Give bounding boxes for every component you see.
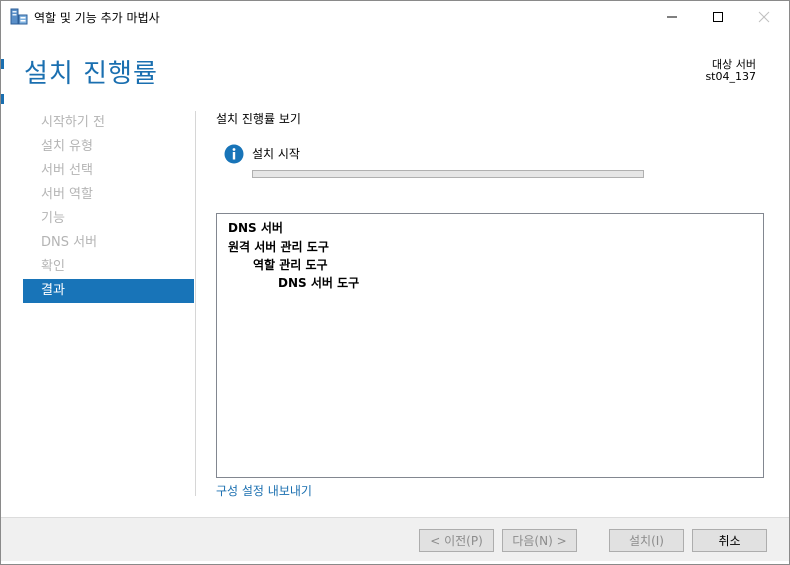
install-button[interactable]: 설치(I) <box>609 529 684 552</box>
install-progress-bar <box>252 170 644 178</box>
background-window-edge <box>1 94 4 104</box>
nav-item-results[interactable]: 결과 <box>23 279 194 303</box>
minimize-icon <box>667 16 677 18</box>
wizard-footer: < 이전(P) 다음(N) > 설치(I) 취소 <box>1 517 789 561</box>
maximize-icon <box>713 12 723 22</box>
results-list[interactable]: DNS 서버 원격 서버 관리 도구 역할 관리 도구 DNS 서버 도구 <box>216 213 764 478</box>
nav-item-installation-type: 설치 유형 <box>41 139 93 154</box>
wizard-window: 역할 및 기능 추가 마법사 설치 진행률 대상 서버 st04_137 시작하… <box>0 0 790 565</box>
server-manager-icon <box>10 8 28 26</box>
info-icon <box>224 144 244 164</box>
nav-item-server-selection: 서버 선택 <box>41 163 93 178</box>
previous-button[interactable]: < 이전(P) <box>419 529 494 552</box>
nav-item-features: 기능 <box>41 211 65 226</box>
result-item-dns-server: DNS 서버 <box>228 221 283 235</box>
next-button[interactable]: 다음(N) > <box>502 529 577 552</box>
minimize-button[interactable] <box>649 1 695 33</box>
target-server-value: st04_137 <box>705 70 756 83</box>
wizard-nav: 시작하기 전 설치 유형 서버 선택 서버 역할 기능 DNS 서버 확인 결과 <box>23 111 194 303</box>
title-bar[interactable]: 역할 및 기능 추가 마법사 <box>1 1 789 33</box>
close-icon <box>758 11 770 23</box>
install-status-text: 설치 시작 <box>252 147 300 161</box>
maximize-button[interactable] <box>695 1 741 33</box>
section-heading: 설치 진행률 보기 <box>216 112 301 126</box>
window-title: 역할 및 기능 추가 마법사 <box>34 11 160 25</box>
close-button[interactable] <box>741 1 787 33</box>
nav-item-confirmation: 확인 <box>41 259 65 274</box>
nav-item-dns-server: DNS 서버 <box>41 235 98 250</box>
nav-item-server-roles: 서버 역할 <box>41 187 93 202</box>
export-settings-link[interactable]: 구성 설정 내보내기 <box>216 482 312 499</box>
cancel-button[interactable]: 취소 <box>692 529 767 552</box>
result-item-rsat: 원격 서버 관리 도구 <box>228 240 329 254</box>
result-item-role-admin-tools: 역할 관리 도구 <box>253 258 328 272</box>
background-window-edge <box>1 59 4 69</box>
page-title: 설치 진행률 <box>24 59 158 89</box>
nav-item-before-you-begin: 시작하기 전 <box>41 115 105 130</box>
nav-divider <box>195 111 196 496</box>
result-item-dns-server-tools: DNS 서버 도구 <box>278 276 360 290</box>
